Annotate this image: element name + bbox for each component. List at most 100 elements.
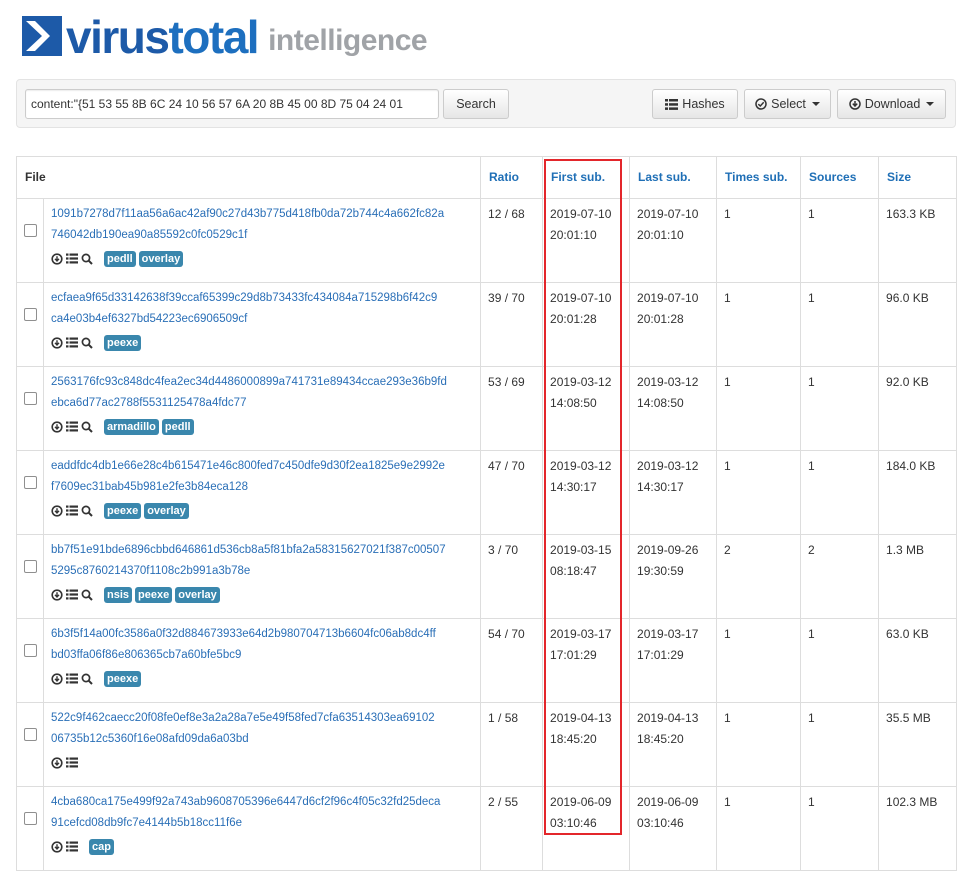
first-sub-date: 2019-07-10 <box>550 207 612 221</box>
times-sub-cell: 1 <box>716 282 802 367</box>
size-cell: 102.3 MB <box>878 786 958 871</box>
row-checkbox[interactable] <box>23 560 37 573</box>
hashes-label: Hashes <box>682 97 725 111</box>
file-hash-link[interactable]: 2563176fc93c848dc4fea2ec34d4486000899a74… <box>51 372 473 414</box>
file-hash-link[interactable]: bb7f51e91bde6896cbbd646861d536cb8a5f81bf… <box>51 540 473 582</box>
download-dropdown-button[interactable]: Download <box>837 89 946 119</box>
ratio-cell: 1 / 58 <box>480 702 544 787</box>
last-sub-time: 19:30:59 <box>637 564 684 578</box>
row-checkbox[interactable] <box>23 728 37 741</box>
file-size: 1.3 MB <box>886 543 925 557</box>
caret-down-icon <box>811 102 820 106</box>
list-icon[interactable] <box>66 505 78 517</box>
download-circle-icon[interactable] <box>51 589 63 601</box>
header-ratio[interactable]: Ratio <box>480 156 544 199</box>
list-icon[interactable] <box>66 421 78 433</box>
times-sub-cell: 1 <box>716 366 802 451</box>
detection-ratio: 39 / 70 <box>488 291 525 305</box>
file-actions: peexe <box>51 670 473 688</box>
search-input[interactable]: content:"{51 53 55 8B 6C 24 10 56 57 6A … <box>25 89 439 119</box>
first-sub-time: 20:01:10 <box>550 228 597 242</box>
file-hash-link[interactable]: 522c9f462caecc20f08fe0ef8e3a2a28a7e5e49f… <box>51 708 473 750</box>
sources-cell: 1 <box>800 786 880 871</box>
first-sub-date: 2019-03-12 <box>550 459 612 473</box>
file-hash-link[interactable]: 6b3f5f14a00fc3586a0f32d884673933e64d2b98… <box>51 624 473 666</box>
tag-badge[interactable]: overlay <box>138 251 184 267</box>
first-sub-time: 17:01:29 <box>550 648 597 662</box>
search-icon[interactable] <box>81 421 93 433</box>
file-hash-link[interactable]: eaddfdc4db1e66e28c4b615471e46c800fed7c45… <box>51 456 473 498</box>
tag-badge[interactable]: peexe <box>104 671 142 687</box>
tag-badge[interactable]: pedll <box>104 251 136 267</box>
list-icon[interactable] <box>66 757 78 769</box>
download-circle-icon[interactable] <box>51 253 63 265</box>
last-sub-time: 14:30:17 <box>637 480 684 494</box>
download-circle-icon[interactable] <box>51 841 63 853</box>
header-times-sub[interactable]: Times sub. <box>716 156 802 199</box>
size-cell: 35.5 MB <box>878 702 958 787</box>
search-button[interactable]: Search <box>443 89 509 119</box>
header-size[interactable]: Size <box>878 156 958 199</box>
tag-badge[interactable]: cap <box>89 839 114 855</box>
header-sources[interactable]: Sources <box>800 156 880 199</box>
search-panel: content:"{51 53 55 8B 6C 24 10 56 57 6A … <box>16 79 956 128</box>
tag-badge[interactable]: overlay <box>175 587 220 603</box>
hash-line-1: 1091b7278d7f11aa56a6ac42af90c27d43b775d4… <box>51 208 445 220</box>
last-sub-date: 2019-03-17 <box>637 627 699 641</box>
hash-line-2: 5295c8760214370f1108c2b991a3b78e <box>51 565 251 577</box>
download-circle-icon[interactable] <box>51 421 63 433</box>
tag-badge[interactable]: peexe <box>104 503 142 519</box>
logo-wordmark: virustotal <box>66 11 260 63</box>
list-icon[interactable] <box>66 337 78 349</box>
row-checkbox[interactable] <box>23 476 37 489</box>
search-icon[interactable] <box>81 505 93 517</box>
tag-badge[interactable]: peexe <box>104 335 142 351</box>
first-sub-cell: 2019-04-13 18:45:20 <box>542 702 631 787</box>
download-circle-icon <box>848 98 861 110</box>
header-first-sub[interactable]: First sub. <box>542 156 631 199</box>
row-checkbox[interactable] <box>23 644 37 657</box>
row-select-cell <box>16 282 44 367</box>
download-circle-icon[interactable] <box>51 757 63 769</box>
search-icon[interactable] <box>81 337 93 349</box>
hash-line-2: ebca6d77ac2788f5531125478a4fdc77 <box>51 397 247 409</box>
virustotal-intelligence-logo[interactable]: virustotal intelligence <box>22 11 428 63</box>
tag-badge[interactable]: nsis <box>104 587 133 603</box>
hashes-button[interactable]: Hashes <box>652 89 738 119</box>
row-checkbox[interactable] <box>23 224 37 237</box>
list-icon[interactable] <box>66 673 78 685</box>
download-circle-icon[interactable] <box>51 337 63 349</box>
download-circle-icon[interactable] <box>51 673 63 685</box>
last-sub-date: 2019-06-09 <box>637 795 699 809</box>
download-circle-icon[interactable] <box>51 505 63 517</box>
select-dropdown-button[interactable]: Select <box>744 89 831 119</box>
search-icon[interactable] <box>81 673 93 685</box>
tag-badge[interactable]: pedll <box>161 419 194 435</box>
file-hash-link[interactable]: 4cba680ca175e499f92a743ab9608705396e6447… <box>51 792 473 834</box>
row-checkbox[interactable] <box>23 812 37 825</box>
row-checkbox[interactable] <box>23 308 37 321</box>
row-checkbox[interactable] <box>23 392 37 405</box>
header-last-sub[interactable]: Last sub. <box>629 156 718 199</box>
file-hash-link[interactable]: ecfaea9f65d33142638f39ccaf65399c29d8b734… <box>51 288 473 330</box>
detection-ratio: 3 / 70 <box>488 543 519 557</box>
list-icon[interactable] <box>66 841 78 853</box>
search-icon[interactable] <box>81 589 93 601</box>
logo-brand-b: total <box>168 11 259 63</box>
table-row: 522c9f462caecc20f08fe0ef8e3a2a28a7e5e49f… <box>16 702 958 787</box>
table-header-row: File Ratio First sub. Last sub. Times su… <box>15 156 958 199</box>
tag-badge[interactable]: peexe <box>135 587 173 603</box>
list-icon[interactable] <box>66 589 78 601</box>
times-submitted: 1 <box>724 375 731 389</box>
first-sub-time: 14:08:50 <box>550 396 597 410</box>
search-icon[interactable] <box>81 253 93 265</box>
list-icon[interactable] <box>66 253 78 265</box>
results-table: File Ratio First sub. Last sub. Times su… <box>15 156 958 871</box>
tag-badge[interactable]: armadillo <box>104 419 159 435</box>
times-submitted: 1 <box>724 711 731 725</box>
file-hash-link[interactable]: 1091b7278d7f11aa56a6ac42af90c27d43b775d4… <box>51 204 473 246</box>
tag-badge[interactable]: overlay <box>144 503 189 519</box>
times-sub-cell: 1 <box>716 618 802 703</box>
download-label: Download <box>864 97 921 111</box>
row-select-cell <box>16 786 44 871</box>
